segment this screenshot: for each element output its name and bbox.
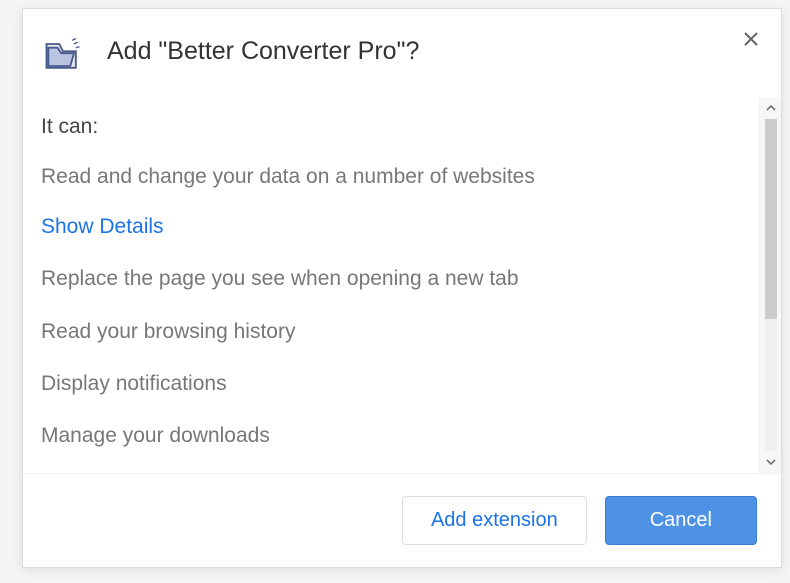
scroll-down-arrow[interactable] [760,451,782,473]
permission-item: Read and change your data on a number of… [41,163,739,191]
cancel-button[interactable]: Cancel [605,496,757,545]
permissions-content: It can: Read and change your data on a n… [23,97,759,473]
extension-install-dialog: Add "Better Converter Pro"? It can: Read… [22,8,782,568]
scroll-thumb[interactable] [765,119,777,319]
permission-item: Manage your downloads [41,422,739,450]
dialog-header: Add "Better Converter Pro"? [23,9,781,97]
permissions-intro: It can: [41,115,739,139]
content-wrapper: It can: Read and change your data on a n… [23,97,781,473]
permission-item: Display notifications [41,370,739,398]
close-button[interactable] [737,25,765,53]
add-extension-button[interactable]: Add extension [402,496,587,545]
extension-icon [41,33,85,77]
dialog-footer: Add extension Cancel [23,473,781,567]
chevron-up-icon [766,105,776,111]
permission-item: Read your browsing history [41,318,739,346]
dialog-title: Add "Better Converter Pro"? [107,37,419,66]
scroll-track[interactable] [765,119,777,451]
show-details-link[interactable]: Show Details [41,215,739,239]
scrollbar[interactable] [759,97,781,473]
close-icon [743,31,759,47]
permission-item: Replace the page you see when opening a … [41,265,739,293]
scroll-up-arrow[interactable] [760,97,782,119]
chevron-down-icon [766,459,776,465]
